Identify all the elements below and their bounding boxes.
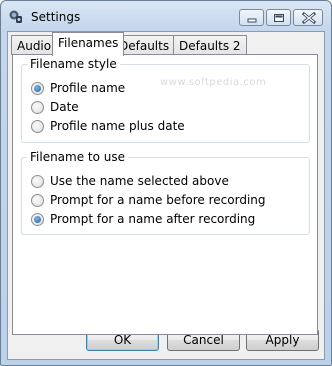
radio-label: Profile name plus date: [50, 119, 185, 133]
radio-date[interactable]: Date: [31, 99, 79, 115]
radio-button[interactable]: [31, 212, 44, 226]
radio-button[interactable]: [31, 100, 44, 114]
minimize-button[interactable]: [239, 9, 264, 26]
radio-button[interactable]: [31, 81, 44, 95]
app-icon: [8, 9, 24, 25]
filenames-tab-page: www.softpedia.com Filename style Profile…: [12, 54, 318, 335]
radio-label: Use the name selected above: [50, 174, 229, 188]
close-button[interactable]: [293, 9, 323, 26]
tab-audio[interactable]: Audio: [11, 35, 58, 55]
radio-prompt-before-recording[interactable]: Prompt for a name before recording: [31, 192, 266, 208]
settings-window: Settings Audio Filenames Defaults 1 Defa…: [0, 0, 332, 366]
tab-filenames[interactable]: Filenames: [52, 32, 125, 56]
radio-label: Prompt for a name after recording: [50, 212, 256, 226]
title-bar[interactable]: Settings: [1, 1, 331, 31]
window-title: Settings: [31, 10, 81, 24]
filename-to-use-title: Filename to use: [27, 150, 129, 164]
radio-profile-name[interactable]: Profile name: [31, 80, 125, 96]
radio-button[interactable]: [31, 193, 44, 207]
dialog-body: Audio Filenames Defaults 1 Defaults 2 ww…: [7, 31, 325, 360]
radio-button[interactable]: [31, 174, 44, 188]
radio-profile-name-plus-date[interactable]: Profile name plus date: [31, 118, 185, 134]
maximize-icon: [274, 14, 284, 22]
radio-use-name-selected-above[interactable]: Use the name selected above: [31, 173, 229, 189]
radio-label: Date: [50, 100, 79, 114]
radio-label: Profile name: [50, 81, 126, 95]
maximize-button[interactable]: [266, 9, 291, 26]
filename-style-group: Filename style Profile name Date Profile…: [21, 57, 310, 143]
radio-label: Prompt for a name before recording: [50, 193, 266, 207]
close-icon: [301, 11, 317, 25]
minimize-icon: [247, 18, 257, 23]
radio-button[interactable]: [31, 119, 44, 133]
filename-to-use-group: Filename to use Use the name selected ab…: [21, 150, 310, 235]
radio-prompt-after-recording[interactable]: Prompt for a name after recording: [31, 211, 255, 227]
filename-style-title: Filename style: [27, 57, 120, 71]
tab-defaults-2[interactable]: Defaults 2: [173, 35, 247, 55]
